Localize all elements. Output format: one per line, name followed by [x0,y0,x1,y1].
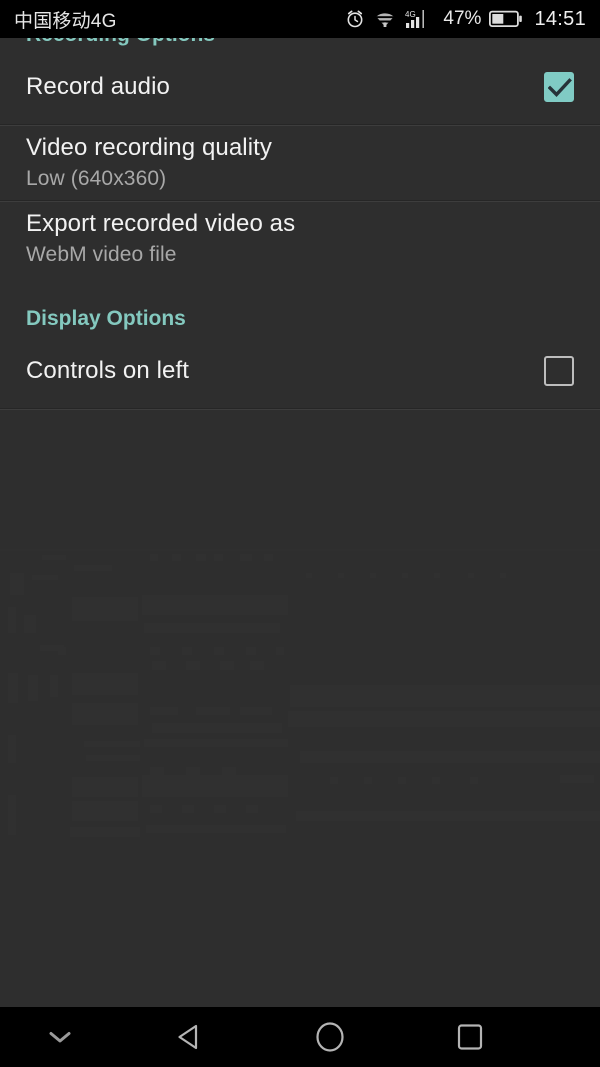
recents-button[interactable] [400,1007,540,1067]
list-divider [0,408,600,410]
settings-scroll-container[interactable]: Recording Options Record audio Video rec… [0,38,600,1007]
row-text-block: Controls on left [26,356,189,386]
background-artifact [0,545,600,1007]
battery-percent-label: 47% [443,8,482,29]
setting-title: Export recorded video as [26,210,296,237]
svg-text:4G: 4G [405,10,416,19]
chevron-down-icon [49,1032,71,1043]
home-button[interactable] [260,1007,400,1067]
controls-on-left-checkbox[interactable] [544,356,574,386]
settings-list: Recording Options Record audio Video rec… [0,38,600,410]
clock-label: 14:51 [534,7,586,30]
signal-4g-icon: 4G [405,9,435,29]
setting-row-record-audio[interactable]: Record audio [0,50,600,124]
row-text-block: Video recording quality Low (640x360) [26,133,272,193]
setting-row-controls-on-left[interactable]: Controls on left [0,334,600,408]
alarm-icon [345,9,365,29]
category-header-recording-options: Recording Options [0,38,600,50]
status-bar-icons: 4G 47% 14:51 [345,8,586,31]
battery-icon [489,10,523,28]
recents-square-icon [457,1024,483,1050]
android-navigation-bar [0,1007,600,1067]
setting-subtitle: Low (640x360) [26,167,167,190]
setting-title: Controls on left [26,357,190,384]
setting-title: Record audio [26,73,170,100]
record-audio-checkbox[interactable] [544,72,574,102]
status-bar: 中国移动4G 4G 47% 14:51 [0,0,600,38]
category-header-display-options: Display Options [26,307,186,330]
back-button[interactable] [120,1007,260,1067]
wifi-icon [373,10,398,29]
setting-subtitle: WebM video file [26,243,177,266]
carrier-label: 中国移动4G [14,10,117,32]
home-circle-icon [316,1022,344,1052]
setting-title: Video recording quality [26,134,273,161]
setting-row-video-recording-quality[interactable]: Video recording quality Low (640x360) [0,126,600,200]
row-text-block: Record audio [26,72,170,102]
row-text-block: Export recorded video as WebM video file [26,209,295,269]
hide-navbar-button[interactable] [0,1007,120,1067]
back-triangle-icon [178,1024,198,1050]
setting-row-export-recorded-video-as[interactable]: Export recorded video as WebM video file [0,202,600,276]
check-icon [548,78,572,97]
phone-screen: 中国移动4G 4G 47% 14:51 Record audio Video r… [0,0,600,1067]
